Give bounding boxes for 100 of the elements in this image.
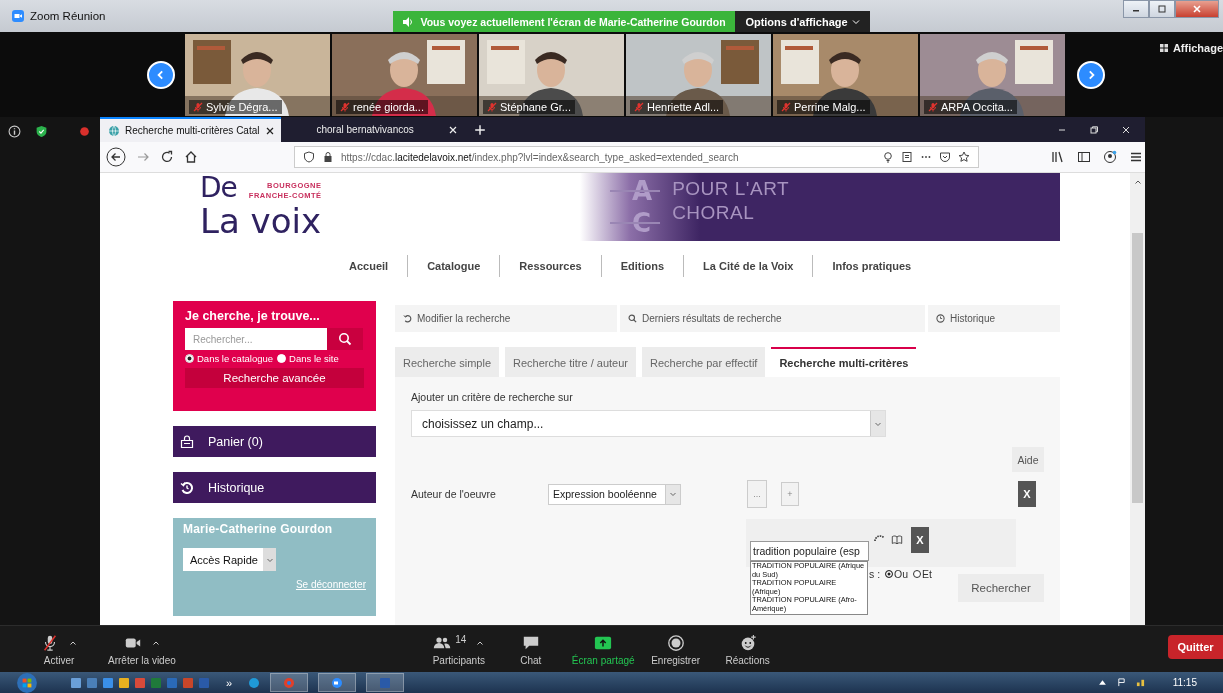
app-icon <box>283 676 296 689</box>
participant-name: ARPA Occita... <box>941 100 1013 113</box>
help-button[interactable]: Aide <box>1012 447 1044 472</box>
sidebar-link-label: Historique <box>208 480 265 495</box>
value-field[interactable]: tradition populaire (esp <box>750 541 869 561</box>
account-icon[interactable] <box>1103 150 1117 164</box>
speaker-icon <box>402 15 415 28</box>
leave-button[interactable]: Quitter <box>1168 635 1223 659</box>
book-icon[interactable] <box>891 534 903 546</box>
taskbar-button[interactable] <box>366 673 405 692</box>
overflow-chevron[interactable]: » <box>226 676 233 689</box>
advanced-search-button[interactable]: Recherche avancée <box>185 368 364 388</box>
record-icon <box>666 633 685 652</box>
app-icon[interactable] <box>86 676 98 689</box>
grid-icon <box>1158 43 1169 53</box>
nav-link[interactable]: Catalogue <box>407 255 500 277</box>
app-icon <box>379 676 392 689</box>
browser-tab[interactable]: Recherche multi-critères Catal <box>100 117 281 142</box>
panel-title: Je cherche, je trouve... <box>185 309 321 323</box>
search-button[interactable]: Rechercher <box>958 574 1044 602</box>
search-field[interactable]: Rechercher... <box>185 328 327 350</box>
remove-button[interactable]: X <box>1018 481 1036 507</box>
operator-select[interactable]: Expression booléenne <box>548 483 681 505</box>
search-tab[interactable]: Recherche simple <box>395 347 500 377</box>
start-button[interactable] <box>16 671 38 693</box>
search-tab[interactable]: Recherche titre / auteur <box>505 347 636 377</box>
library-icon[interactable] <box>1051 150 1065 164</box>
scroll-up-icon[interactable] <box>1133 178 1142 186</box>
taskbar-button[interactable] <box>270 673 309 692</box>
radio-button[interactable] <box>885 570 894 578</box>
nav-link[interactable]: Infos pratiques <box>812 255 931 277</box>
tagline: CHORAL <box>672 201 756 225</box>
view-button[interactable]: Affichage <box>1158 42 1223 54</box>
maximize-button[interactable] <box>1149 0 1175 18</box>
app-icon[interactable] <box>118 676 130 689</box>
toolbar-button[interactable]: Activer <box>28 632 90 666</box>
record-dot-icon <box>78 125 91 138</box>
nav-link[interactable]: La Cité de la Voix <box>683 255 813 277</box>
nav-link[interactable]: Ressources <box>499 255 601 277</box>
nav-link[interactable]: Editions <box>600 255 684 277</box>
account-name: Marie-Catherine Gourdon <box>183 522 334 536</box>
toolbar-button[interactable]: Réactions <box>716 632 779 666</box>
participant-name: Henriette Adl... <box>647 100 720 113</box>
toolbar-button[interactable]: 14 Participants <box>427 632 490 666</box>
reader-icon[interactable] <box>901 151 913 163</box>
toolbar-button[interactable]: Chat <box>499 632 562 666</box>
back-icon[interactable] <box>106 147 126 167</box>
search-action[interactable]: Historique <box>928 305 1060 332</box>
lightbulb-icon[interactable] <box>882 151 894 163</box>
close-button[interactable] <box>1175 0 1219 18</box>
view-options-button[interactable]: Options d'affichage <box>735 11 870 32</box>
network-icon[interactable] <box>1135 678 1145 687</box>
search-tab[interactable]: Recherche par effectif <box>642 347 766 377</box>
app-icon[interactable] <box>134 676 146 689</box>
sidebar-link[interactable]: Panier (0) <box>173 426 376 457</box>
sidebar-icon[interactable] <box>1077 150 1091 164</box>
history-icon <box>180 480 194 495</box>
toolbar-button[interactable]: Enregistrer <box>644 632 707 666</box>
field-select[interactable]: choisissez un champ... <box>411 410 886 437</box>
scrollbar[interactable] <box>1130 173 1145 625</box>
chevron-down-icon <box>669 490 677 498</box>
nav-link[interactable]: Accueil <box>330 255 408 277</box>
flag-icon[interactable] <box>1116 678 1126 687</box>
action-label: Modifier la recherche <box>417 313 511 324</box>
home-icon[interactable] <box>184 150 198 164</box>
quick-access-select[interactable]: Accès Rapide <box>183 548 276 571</box>
app-icon[interactable] <box>70 676 82 689</box>
menu-icon[interactable] <box>1129 150 1143 164</box>
new-tab-icon[interactable] <box>473 123 486 136</box>
search-action[interactable]: Derniers résultats de recherche <box>620 305 925 332</box>
pocket-icon[interactable] <box>939 151 951 163</box>
radio-button[interactable] <box>913 570 922 578</box>
close-icon[interactable] <box>1121 124 1131 135</box>
sidebar-link[interactable]: Historique <box>173 472 376 503</box>
participant-name: Perrine Malg... <box>794 100 866 113</box>
search-action[interactable]: Modifier la recherche <box>395 305 617 332</box>
app-icon[interactable] <box>248 676 261 689</box>
restore-icon[interactable] <box>1089 124 1099 135</box>
tray-arrow-icon[interactable] <box>1097 678 1107 687</box>
clock: 11:15 <box>1172 677 1197 688</box>
address-bar[interactable]: https://cdac.lacitedelavoix.net/index.php?lvl=index&search_type_asked=extended_search <box>294 146 979 168</box>
next-button[interactable] <box>1077 60 1105 89</box>
banner-text: Vous voyez actuellement l'écran de Marie-Catherine Gourdon <box>420 15 726 28</box>
toolbar-button[interactable]: Arrêter la video <box>108 632 176 666</box>
browser-tab[interactable]: choral bernatvivancos <box>288 117 464 142</box>
star-icon[interactable] <box>958 151 970 163</box>
search-button[interactable] <box>327 328 363 350</box>
close-icon[interactable] <box>264 125 275 136</box>
field-label: Ajouter un critère de recherche sur <box>411 391 574 403</box>
previous-button[interactable] <box>147 60 175 89</box>
toolbar-button[interactable]: Écran partagé <box>571 632 635 666</box>
muted-mic-icon <box>41 633 59 652</box>
chevron-down-icon <box>851 17 860 26</box>
app-icon[interactable] <box>102 676 114 689</box>
taskbar-button[interactable] <box>318 673 357 692</box>
radio-label: Dans le catalogue <box>197 353 274 364</box>
minimize-button[interactable] <box>1123 0 1149 18</box>
reload-icon[interactable] <box>160 150 174 164</box>
participant-count: 14 <box>455 634 467 645</box>
remove-button[interactable]: X <box>911 527 929 553</box>
